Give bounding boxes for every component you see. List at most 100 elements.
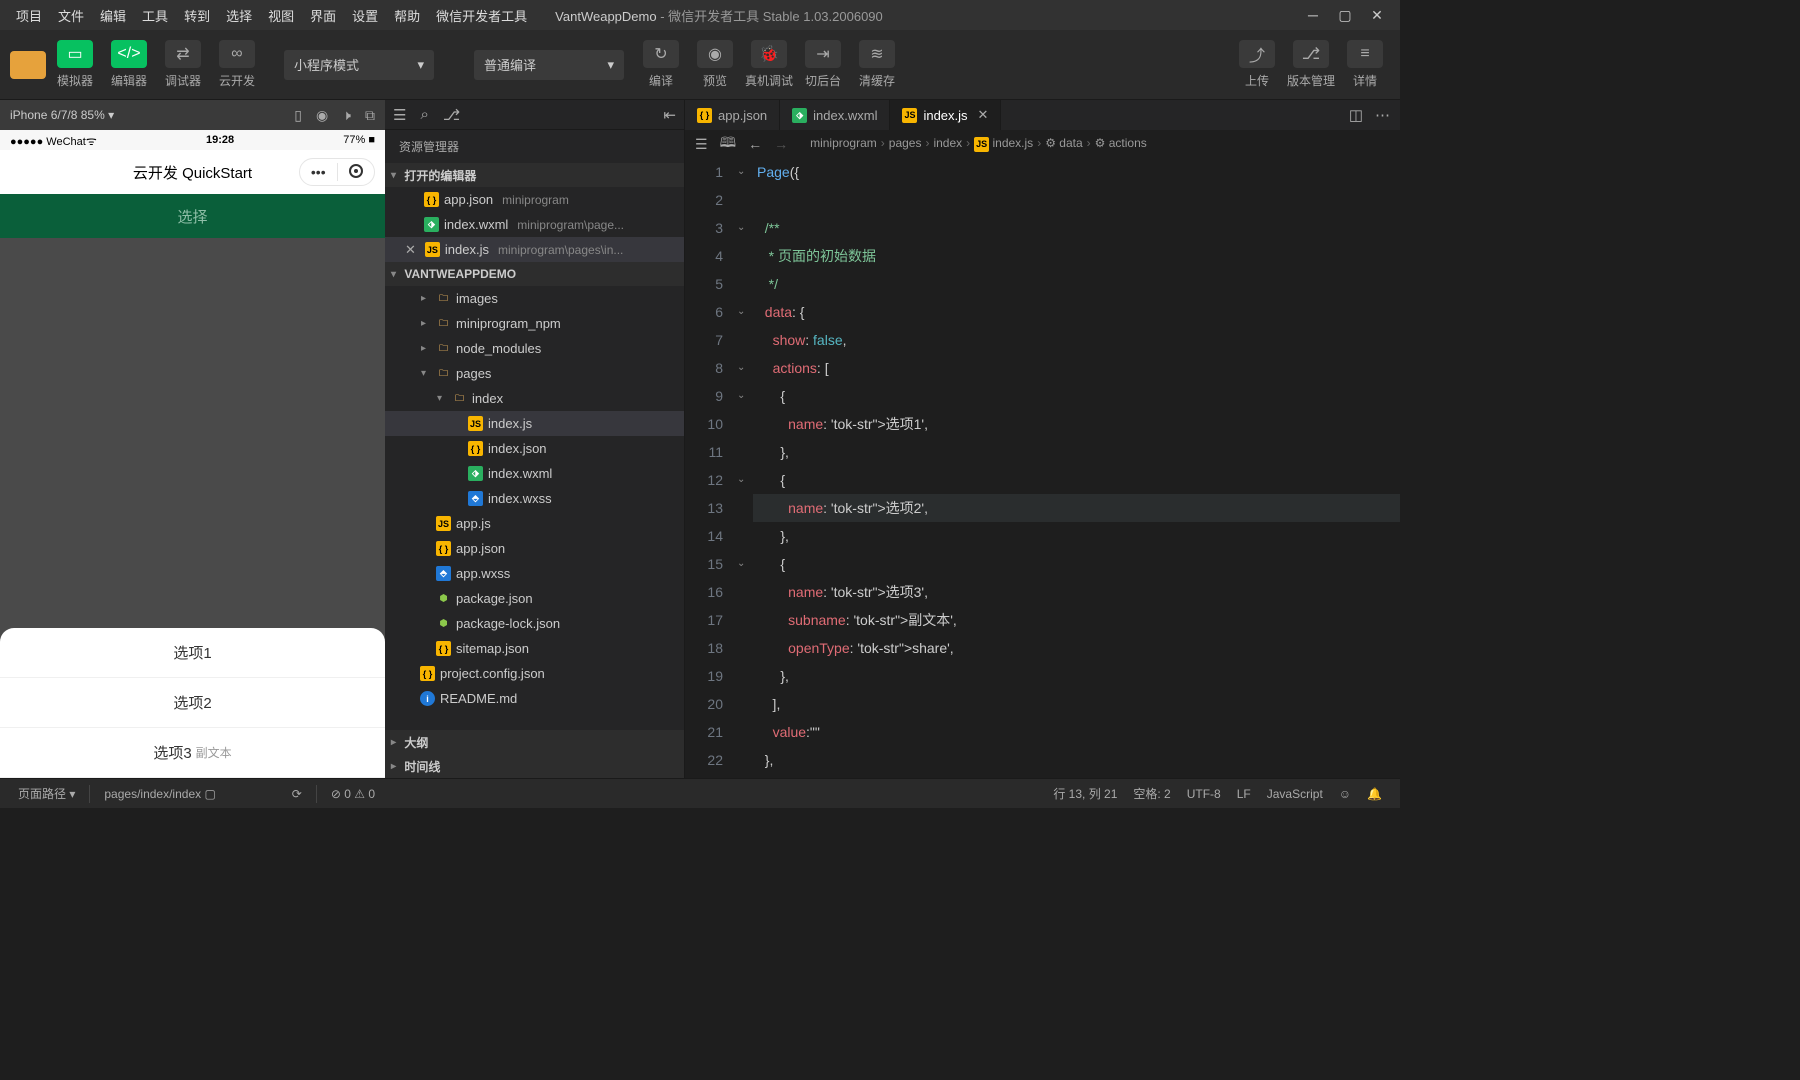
more-icon[interactable]: ⋯ [1375, 106, 1390, 124]
tree-item[interactable]: ▸🗀images [385, 286, 684, 311]
device-icon[interactable]: ▯ [294, 107, 302, 124]
menu-item[interactable]: 帮助 [386, 9, 428, 24]
list-icon[interactable]: ☰ [695, 136, 708, 153]
sheet-item[interactable]: 选项1 [0, 628, 385, 678]
tree-item[interactable]: JSapp.js [385, 511, 684, 536]
cloud-button[interactable]: ∞云开发 [210, 35, 264, 95]
tree-item[interactable]: JSindex.js [385, 411, 684, 436]
close-icon[interactable]: ✕ [978, 107, 989, 123]
tree-item[interactable]: ⬗index.wxml [385, 461, 684, 486]
avatar-button[interactable] [8, 35, 48, 95]
feedback-icon[interactable]: ☺ [1339, 787, 1351, 801]
forward-icon[interactable]: → [774, 136, 788, 152]
editor-tab[interactable]: JSindex.js✕ [890, 100, 1001, 130]
maximize-icon[interactable]: ▢ [1338, 8, 1352, 22]
sheet-item[interactable]: 选项3副文本 [0, 728, 385, 778]
choose-button[interactable]: 选择 [0, 194, 385, 238]
outline-header[interactable]: ▸ 大纲 [385, 730, 684, 754]
page-path-label[interactable]: 页面路径 ▾ [18, 785, 75, 802]
simulator-button[interactable]: ▭模拟器 [48, 35, 102, 95]
js-icon: JS [974, 137, 989, 152]
indent-status[interactable]: 空格: 2 [1133, 785, 1170, 802]
refresh-icon[interactable]: ⟳ [292, 787, 302, 801]
compile-dropdown[interactable]: 普通编译▾ [474, 50, 624, 80]
back-icon[interactable]: ← [748, 136, 762, 152]
mute-icon[interactable]: 🕨 [342, 107, 351, 124]
sheet-item[interactable]: 选项2 [0, 678, 385, 728]
page-path[interactable]: pages/index/index ▢ [104, 787, 215, 801]
breadcrumb-item[interactable]: JS index.js [974, 136, 1033, 150]
bookmark-icon[interactable]: 🕮 [720, 132, 737, 156]
capsule-button[interactable]: ••• [299, 158, 375, 186]
breadcrumb-item[interactable]: ⚙ data [1045, 136, 1082, 150]
tree-item[interactable]: { }sitemap.json [385, 636, 684, 661]
breadcrumb-item[interactable]: index [933, 136, 962, 150]
details-button[interactable]: ≡详情 [1338, 35, 1392, 95]
editor-button[interactable]: </>编辑器 [102, 35, 156, 95]
mode-dropdown[interactable]: 小程序模式▾ [284, 50, 434, 80]
compile-button[interactable]: ↻编译 [634, 35, 688, 95]
language-status[interactable]: JavaScript [1267, 787, 1323, 801]
tree-item[interactable]: ▾🗀pages [385, 361, 684, 386]
editor-tab[interactable]: { }app.json [685, 100, 780, 130]
tree-item[interactable]: iREADME.md [385, 686, 684, 711]
cursor-position[interactable]: 行 13, 列 21 [1053, 785, 1117, 802]
menu-item[interactable]: 设置 [344, 9, 386, 24]
tree-item[interactable]: ⬘index.wxss [385, 486, 684, 511]
menu-item[interactable]: 选择 [218, 9, 260, 24]
close-target-icon[interactable] [338, 164, 375, 181]
code-area[interactable]: 1234567891011121314151617181920212223 ⌄⌄… [685, 158, 1400, 778]
version-button[interactable]: ⎇版本管理 [1284, 35, 1338, 95]
editor-tab[interactable]: ⬗index.wxml [780, 100, 890, 130]
menu-item[interactable]: 文件 [50, 9, 92, 24]
tree-item[interactable]: { }app.json [385, 536, 684, 561]
close-icon[interactable]: ✕ [405, 242, 416, 258]
open-file-item[interactable]: { }app.jsonminiprogram [385, 187, 684, 212]
device-selector[interactable]: iPhone 6/7/8 85% ▾ [10, 108, 114, 122]
menu-item[interactable]: 转到 [176, 9, 218, 24]
tree-item[interactable]: ▸🗀node_modules [385, 336, 684, 361]
tree-item[interactable]: ⬘app.wxss [385, 561, 684, 586]
foreground-button[interactable]: ⇥切后台 [796, 35, 850, 95]
menu-item[interactable]: 编辑 [92, 9, 134, 24]
branch-icon[interactable]: ⎇ [443, 106, 460, 124]
open-file-item[interactable]: ⬗index.wxmlminiprogram\page... [385, 212, 684, 237]
bell-icon[interactable]: 🔔 [1367, 787, 1382, 801]
tree-item[interactable]: { }index.json [385, 436, 684, 461]
tree-item[interactable]: { }project.config.json [385, 661, 684, 686]
real-device-button[interactable]: 🐞真机调试 [742, 35, 796, 95]
breadcrumb-item[interactable]: miniprogram [810, 136, 877, 150]
root-header[interactable]: ▾ VANTWEAPPDEMO [385, 262, 684, 286]
open-file-item[interactable]: ✕JSindex.jsminiprogram\pages\in... [385, 237, 684, 262]
tree-item[interactable]: ⬢package-lock.json [385, 611, 684, 636]
tree-item[interactable]: ▸🗀miniprogram_npm [385, 311, 684, 336]
open-editors-header[interactable]: ▾ 打开的编辑器 [385, 163, 684, 187]
minimize-icon[interactable]: ─ [1306, 8, 1320, 22]
record-icon[interactable]: ◉ [316, 107, 328, 124]
list-icon[interactable]: ☰ [393, 106, 406, 124]
menu-item[interactable]: 视图 [260, 9, 302, 24]
close-icon[interactable]: ✕ [1370, 8, 1384, 22]
more-icon[interactable]: ••• [300, 164, 337, 180]
tree-item[interactable]: ⬢package.json [385, 586, 684, 611]
search-icon[interactable]: ⌕ [420, 106, 428, 123]
clear-cache-button[interactable]: ≋清缓存 [850, 35, 904, 95]
collapse-icon[interactable]: ⇤ [663, 106, 676, 124]
menu-item[interactable]: 工具 [134, 9, 176, 24]
upload-button[interactable]: ⤴上传 [1230, 35, 1284, 95]
split-icon[interactable]: ◫ [1349, 106, 1363, 124]
menu-item[interactable]: 界面 [302, 9, 344, 24]
wxss-icon: ⬘ [436, 566, 451, 581]
problems-status[interactable]: ⊘ 0 ⚠ 0 [331, 787, 375, 801]
menu-item[interactable]: 微信开发者工具 [428, 9, 535, 24]
tree-item[interactable]: ▾🗀index [385, 386, 684, 411]
timeline-header[interactable]: ▸ 时间线 [385, 754, 684, 778]
breadcrumb-item[interactable]: ⚙ actions [1095, 136, 1147, 150]
preview-button[interactable]: ◉预览 [688, 35, 742, 95]
debugger-button[interactable]: ⇄调试器 [156, 35, 210, 95]
encoding-status[interactable]: UTF-8 [1187, 787, 1221, 801]
menu-item[interactable]: 项目 [8, 9, 50, 24]
eol-status[interactable]: LF [1237, 787, 1251, 801]
breadcrumb-item[interactable]: pages [889, 136, 922, 150]
popout-icon[interactable]: ⧉ [365, 107, 375, 124]
